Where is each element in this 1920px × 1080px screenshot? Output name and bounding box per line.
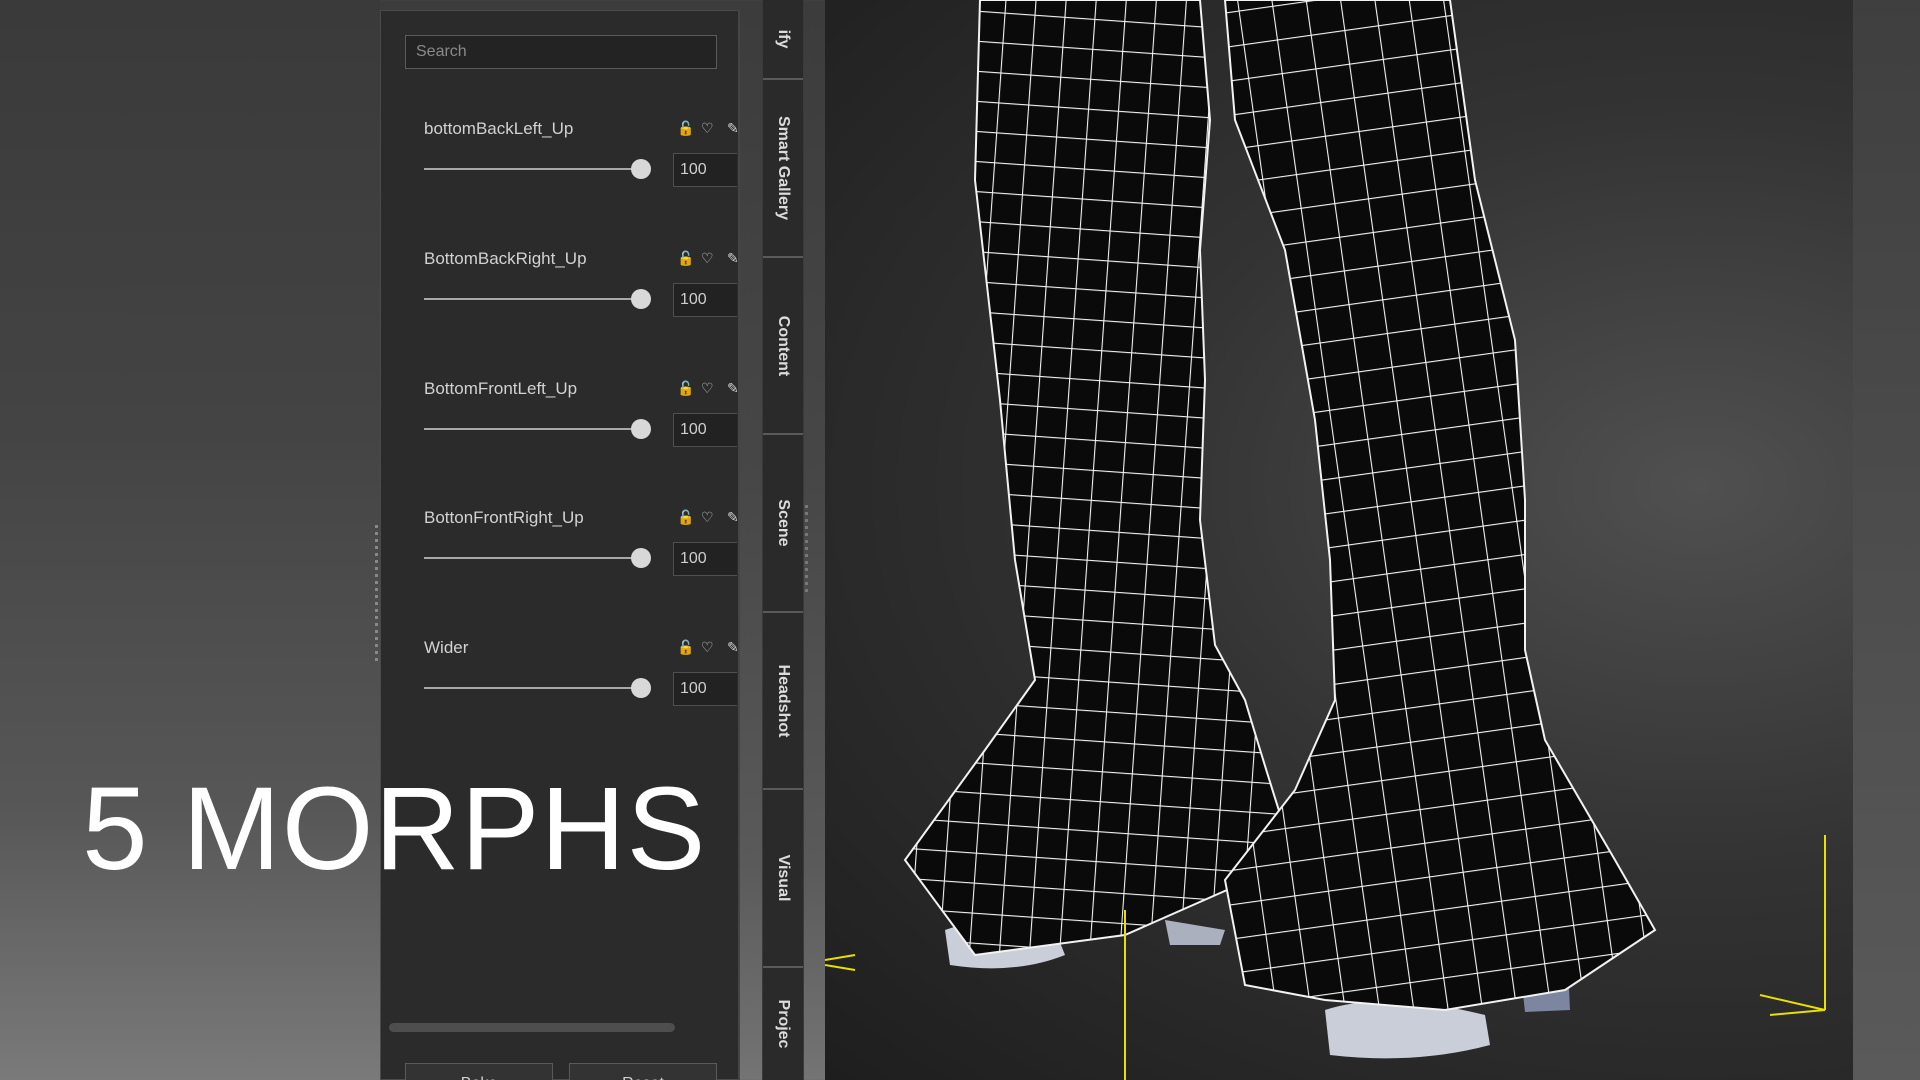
morph-slider[interactable] <box>424 298 642 300</box>
slider-handle[interactable] <box>631 548 651 568</box>
morph-label: bottomBackLeft_Up <box>424 119 574 138</box>
tab-project[interactable]: Projec <box>763 968 803 1080</box>
lock-icon[interactable]: 🔓 <box>677 251 694 267</box>
tab-label: Visual <box>775 854 792 902</box>
morph-slider[interactable] <box>424 687 642 689</box>
tab-content[interactable]: Content <box>763 258 803 435</box>
pencil-icon[interactable]: ✎ <box>727 640 739 656</box>
pencil-icon[interactable]: ✎ <box>727 510 739 526</box>
heart-icon[interactable]: ♡ <box>701 381 714 397</box>
reset-button[interactable]: Reset <box>569 1063 717 1080</box>
panel-resize-grip[interactable] <box>375 525 378 665</box>
tab-label: Scene <box>775 499 792 547</box>
bake-button[interactable]: Bake <box>405 1063 553 1080</box>
slider-handle[interactable] <box>631 159 651 179</box>
morph-item: Wider 🔓 ♡ ✎ 100 <box>381 638 741 758</box>
tab-label: Smart Gallery <box>775 115 792 221</box>
morph-label: BottonFrontRight_Up <box>424 508 584 527</box>
slider-handle[interactable] <box>631 419 651 439</box>
morph-item: bottomBackLeft_Up 🔓 ♡ ✎ 100 <box>381 119 741 239</box>
viewport-right-edge <box>1853 0 1920 1080</box>
tab-label: Content <box>775 315 792 376</box>
tab-label: Headshot <box>775 664 792 737</box>
lock-icon[interactable]: 🔓 <box>677 381 694 397</box>
wireframe-model <box>825 0 1826 1080</box>
heart-icon[interactable]: ♡ <box>701 121 714 137</box>
heart-icon[interactable]: ♡ <box>701 640 714 656</box>
overlay-caption: 5 MORPHS <box>82 763 707 895</box>
morph-label: Wider <box>424 638 469 657</box>
tab-visual[interactable]: Visual <box>763 790 803 968</box>
morph-value-input[interactable]: 100 <box>673 283 737 317</box>
lock-icon[interactable]: 🔓 <box>677 121 694 137</box>
right-shoe <box>1325 1001 1490 1059</box>
slider-handle[interactable] <box>631 678 651 698</box>
morph-slider[interactable] <box>424 557 642 559</box>
morph-label: BottomBackRight_Up <box>424 249 587 268</box>
pencil-icon[interactable]: ✎ <box>727 251 739 267</box>
tab-label: ify <box>775 29 792 49</box>
morph-value-input[interactable]: 100 <box>673 672 737 706</box>
background-left <box>0 0 380 1080</box>
morph-slider[interactable] <box>424 428 642 430</box>
lock-icon[interactable]: 🔓 <box>677 510 694 526</box>
horizontal-scrollbar[interactable] <box>389 1023 675 1032</box>
heart-icon[interactable]: ♡ <box>701 510 714 526</box>
pencil-icon[interactable]: ✎ <box>727 121 739 137</box>
search-input[interactable] <box>405 35 717 69</box>
pencil-icon[interactable]: ✎ <box>727 381 739 397</box>
tab-modify[interactable]: ify <box>763 0 803 80</box>
morph-item: BottomBackRight_Up 🔓 ♡ ✎ 100 <box>381 249 741 369</box>
morph-value-input[interactable]: 100 <box>673 153 737 187</box>
morph-item: BottonFrontRight_Up 🔓 ♡ ✎ 100 <box>381 508 741 628</box>
lock-icon[interactable]: 🔓 <box>677 640 694 656</box>
morph-label: BottomFrontLeft_Up <box>424 379 578 398</box>
morph-value-input[interactable]: 100 <box>673 413 737 447</box>
morph-value-input[interactable]: 100 <box>673 542 737 576</box>
morph-slider[interactable] <box>424 168 642 170</box>
tab-smart-gallery[interactable]: Smart Gallery <box>763 80 803 258</box>
tabstrip-resize-grip[interactable] <box>805 505 808 595</box>
3d-viewport[interactable] <box>825 0 1853 1080</box>
tab-headshot[interactable]: Headshot <box>763 613 803 790</box>
slider-handle[interactable] <box>631 289 651 309</box>
tab-scene[interactable]: Scene <box>763 435 803 613</box>
vertical-tab-strip: ify Smart Gallery Content Scene Headshot… <box>762 0 804 1080</box>
tab-label: Projec <box>775 999 792 1049</box>
morph-item: BottomFrontLeft_Up 🔓 ♡ ✎ 100 <box>381 379 741 499</box>
heart-icon[interactable]: ♡ <box>701 251 714 267</box>
morph-panel: bottomBackLeft_Up 🔓 ♡ ✎ 100 BottomBackRi… <box>380 10 740 1080</box>
